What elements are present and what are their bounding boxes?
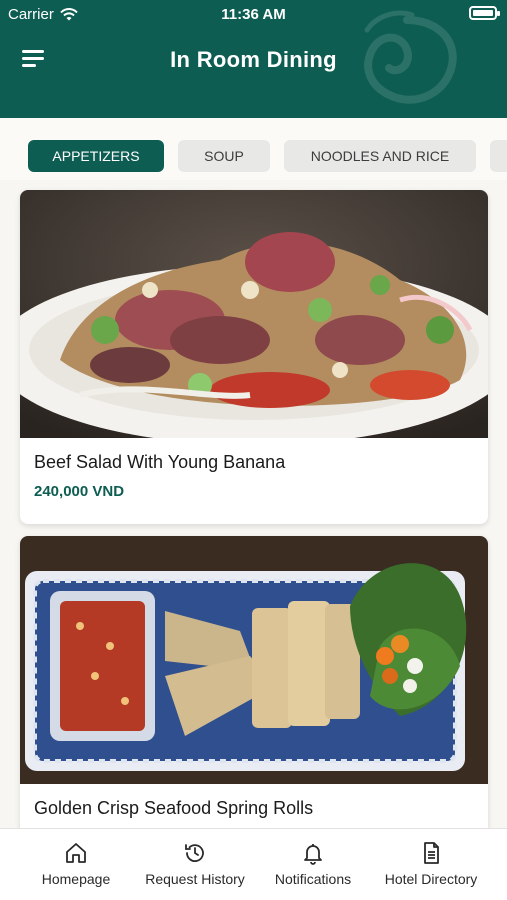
beef-salad-photo <box>20 190 488 438</box>
nav-request-history-label: Request History <box>145 871 245 887</box>
tab-appetizers[interactable]: APPETIZERS <box>28 140 164 172</box>
nav-notifications-label: Notifications <box>274 871 352 887</box>
menu-list[interactable]: Beef Salad With Young Banana 240,000 VND <box>0 180 507 828</box>
nav-homepage-label: Homepage <box>41 871 111 887</box>
battery-level <box>473 10 493 16</box>
nav-notifications[interactable]: Notifications <box>263 829 363 900</box>
battery-icon <box>469 6 500 20</box>
spring-rolls-photo <box>20 536 488 784</box>
item-name: Beef Salad With Young Banana <box>34 452 286 472</box>
tab-soup[interactable]: SOUP <box>178 140 270 172</box>
nav-hotel-directory[interactable]: Hotel Directory <box>376 829 486 900</box>
item-name: Golden Crisp Seafood Spring Rolls <box>34 798 314 818</box>
tab-noodles-and-rice[interactable]: NOODLES AND RICE <box>284 140 476 172</box>
list-item[interactable]: Golden Crisp Seafood Spring Rolls <box>20 536 488 828</box>
status-time: 11:36 AM <box>221 6 286 23</box>
nav-homepage[interactable]: Homepage <box>26 829 126 900</box>
status-bar: Carrier 11:36 AM <box>0 0 507 28</box>
nav-hotel-directory-label: Hotel Directory <box>384 871 478 887</box>
app-header: Carrier 11:36 AM In Room Dining <box>0 0 507 118</box>
list-item[interactable]: Beef Salad With Young Banana 240,000 VND <box>20 190 488 524</box>
tab-next[interactable] <box>490 140 507 172</box>
bottom-navigation: Homepage Request History Notifications H… <box>0 828 507 900</box>
bell-icon <box>304 844 322 865</box>
nav-request-history[interactable]: Request History <box>140 829 250 900</box>
item-price: 240,000 VND <box>34 483 125 500</box>
document-icon <box>424 842 439 864</box>
home-icon <box>66 843 86 863</box>
category-tabs: APPETIZERS SOUP NOODLES AND RICE <box>0 118 507 180</box>
page-title: In Room Dining <box>170 47 337 72</box>
history-icon <box>185 844 204 862</box>
